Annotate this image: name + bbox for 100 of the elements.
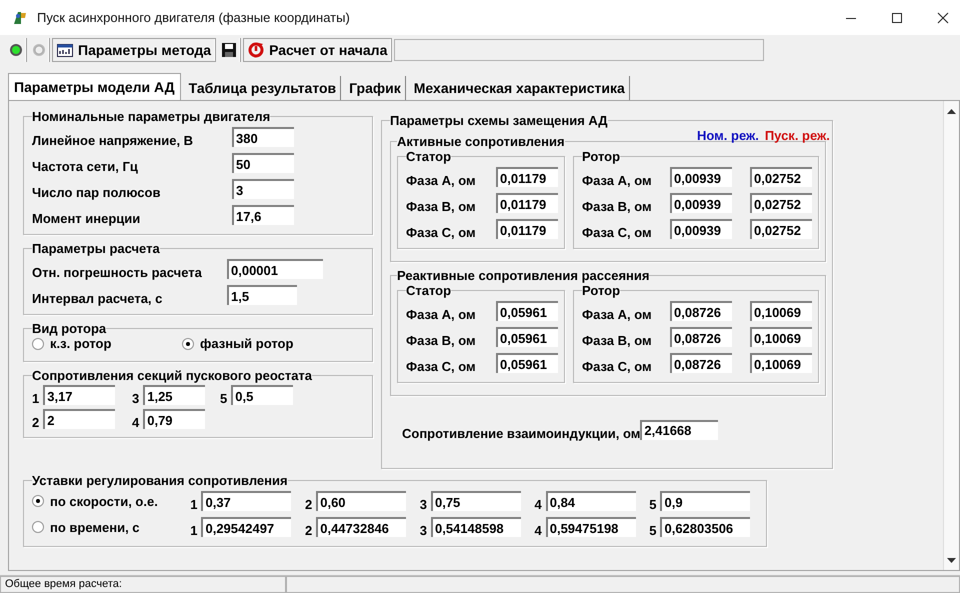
input-field[interactable]: 0,05961 [496, 301, 558, 321]
group-title: Параметры расчета [32, 241, 160, 256]
setpoint-number: 5 [649, 522, 656, 538]
field-label: Фаза В, ом [406, 332, 477, 348]
option-label: по времени, с [50, 520, 140, 534]
input-field[interactable]: 0,84 [546, 491, 636, 511]
input-field[interactable]: 0,05961 [496, 327, 558, 347]
field-label: Фаза С, ом [582, 358, 653, 374]
input-field[interactable]: 0,00001 [227, 259, 323, 279]
section-number: 2 [32, 414, 40, 430]
app-icon [12, 10, 28, 26]
setpoint-number: 2 [305, 522, 312, 538]
input-field[interactable]: 0,60 [316, 491, 406, 511]
input-field[interactable]: 17,6 [232, 205, 294, 225]
group-title: Вид ротора [32, 321, 106, 336]
input-field[interactable]: 1,25 [143, 385, 206, 405]
input-field[interactable]: 0,37 [201, 491, 292, 511]
field-label: Число пар полюсов [32, 184, 162, 200]
input-field[interactable]: 0,01179 [496, 219, 558, 239]
close-icon[interactable] [937, 12, 949, 24]
input-field[interactable]: 0,29542497 [201, 517, 292, 537]
setpoint-number: 3 [420, 522, 427, 538]
window-icon [57, 42, 73, 58]
setpoint-number: 1 [190, 496, 198, 512]
input-field[interactable]: 0,02752 [750, 193, 812, 213]
field-label: Фаза С, ом [582, 224, 653, 240]
input-field[interactable]: 0,08726 [670, 353, 732, 373]
field-label: Фаза В, ом [582, 332, 653, 348]
input-field[interactable]: 0,05961 [496, 353, 558, 373]
radio-button[interactable] [182, 338, 194, 350]
input-field[interactable]: 0,01179 [496, 167, 558, 187]
restart-button[interactable]: Расчет от начала [243, 38, 392, 62]
scroll-up-icon[interactable] [947, 109, 956, 115]
input-field[interactable]: 0,08726 [670, 327, 732, 347]
setpoint-number: 1 [190, 522, 198, 538]
input-field[interactable]: 0,79 [143, 409, 206, 429]
radio-button[interactable] [32, 495, 44, 507]
scroll-bar[interactable] [943, 101, 959, 570]
input-field[interactable]: 0,54148598 [430, 517, 521, 537]
setpoint-number: 3 [420, 496, 427, 512]
input-field[interactable]: 0,02752 [750, 219, 812, 239]
mode-label: Пуск. реж. [764, 128, 830, 143]
setpoint-number: 2 [305, 496, 312, 512]
input-field[interactable]: 0,9 [660, 491, 750, 511]
refresh-icon [248, 42, 264, 58]
scroll-down-icon[interactable] [947, 558, 956, 564]
input-field[interactable]: 0,44732846 [316, 517, 406, 537]
input-field[interactable]: 1,5 [227, 285, 297, 305]
group-title: Сопротивления секций пускового реостата [32, 368, 312, 383]
input-field[interactable]: 3,17 [43, 385, 116, 405]
option-label: фазный ротор [200, 336, 294, 351]
field-label: Сопротивление взаимоиндукции, ом [402, 425, 640, 441]
group-title: Статор [406, 283, 452, 298]
field-label: Фаза В, ом [582, 198, 653, 214]
input-field[interactable]: 2 [43, 409, 116, 429]
input-field[interactable]: 0,62803506 [660, 517, 750, 537]
input-field[interactable]: 0,00939 [670, 193, 732, 213]
input-field[interactable]: 0,02752 [750, 167, 812, 187]
section-number: 5 [220, 390, 228, 406]
setpoint-number: 4 [534, 522, 542, 538]
field-label: Отн. погрешность расчета [32, 264, 203, 280]
group-title: Номинальные параметры двигателя [32, 109, 270, 124]
input-field[interactable]: 0,10069 [750, 327, 812, 347]
input-field[interactable]: 2,41668 [640, 420, 718, 440]
option-label: к.з. ротор [50, 336, 112, 351]
radio-button[interactable] [32, 521, 44, 533]
input-field[interactable]: 0,01179 [496, 193, 558, 213]
input-field[interactable]: 0,10069 [750, 301, 812, 321]
input-field[interactable]: 0,59475198 [546, 517, 636, 537]
setpoint-number: 4 [534, 496, 542, 512]
input-field[interactable]: 0,08726 [670, 301, 732, 321]
field-label: Фаза С, ом [406, 358, 477, 374]
input-field[interactable]: 0,00939 [670, 219, 732, 239]
field-label: Интервал расчета, с [32, 290, 164, 306]
section-number: 4 [132, 414, 140, 430]
group-title: Активные сопротивления [397, 134, 565, 149]
mode-label: Ном. реж. [697, 128, 759, 143]
input-field[interactable]: 380 [232, 127, 294, 147]
field-label: Фаза А, ом [582, 306, 653, 322]
input-field[interactable]: 0,75 [430, 491, 521, 511]
field-label: Линейное напряжение, В [32, 132, 194, 148]
input-field[interactable]: 3 [232, 179, 294, 199]
radio-button[interactable] [32, 338, 44, 350]
field-label: Фаза С, ом [406, 224, 477, 240]
field-label: Частота сети, Гц [32, 158, 139, 174]
section-number: 3 [132, 390, 140, 406]
field-label: Фаза А, ом [406, 172, 477, 188]
field-label: Фаза В, ом [406, 198, 477, 214]
setpoint-number: 5 [649, 496, 656, 512]
window-title: Пуск асинхронного двигателя (фазные координаты) [37, 10, 350, 25]
group-title: Реактивные сопротивления рассеяния [397, 268, 650, 283]
input-field[interactable]: 0,5 [231, 385, 294, 405]
tab[interactable]: Параметры модели АД [8, 73, 181, 101]
method-settings-button[interactable]: Параметры метода [52, 38, 216, 62]
maximize-icon[interactable] [891, 12, 903, 24]
input-field[interactable]: 50 [232, 153, 294, 173]
group-title: Уставки регулирования сопротивления [32, 473, 288, 488]
save-icon [221, 42, 238, 58]
input-field[interactable]: 0,10069 [750, 353, 812, 373]
input-field[interactable]: 0,00939 [670, 167, 732, 187]
